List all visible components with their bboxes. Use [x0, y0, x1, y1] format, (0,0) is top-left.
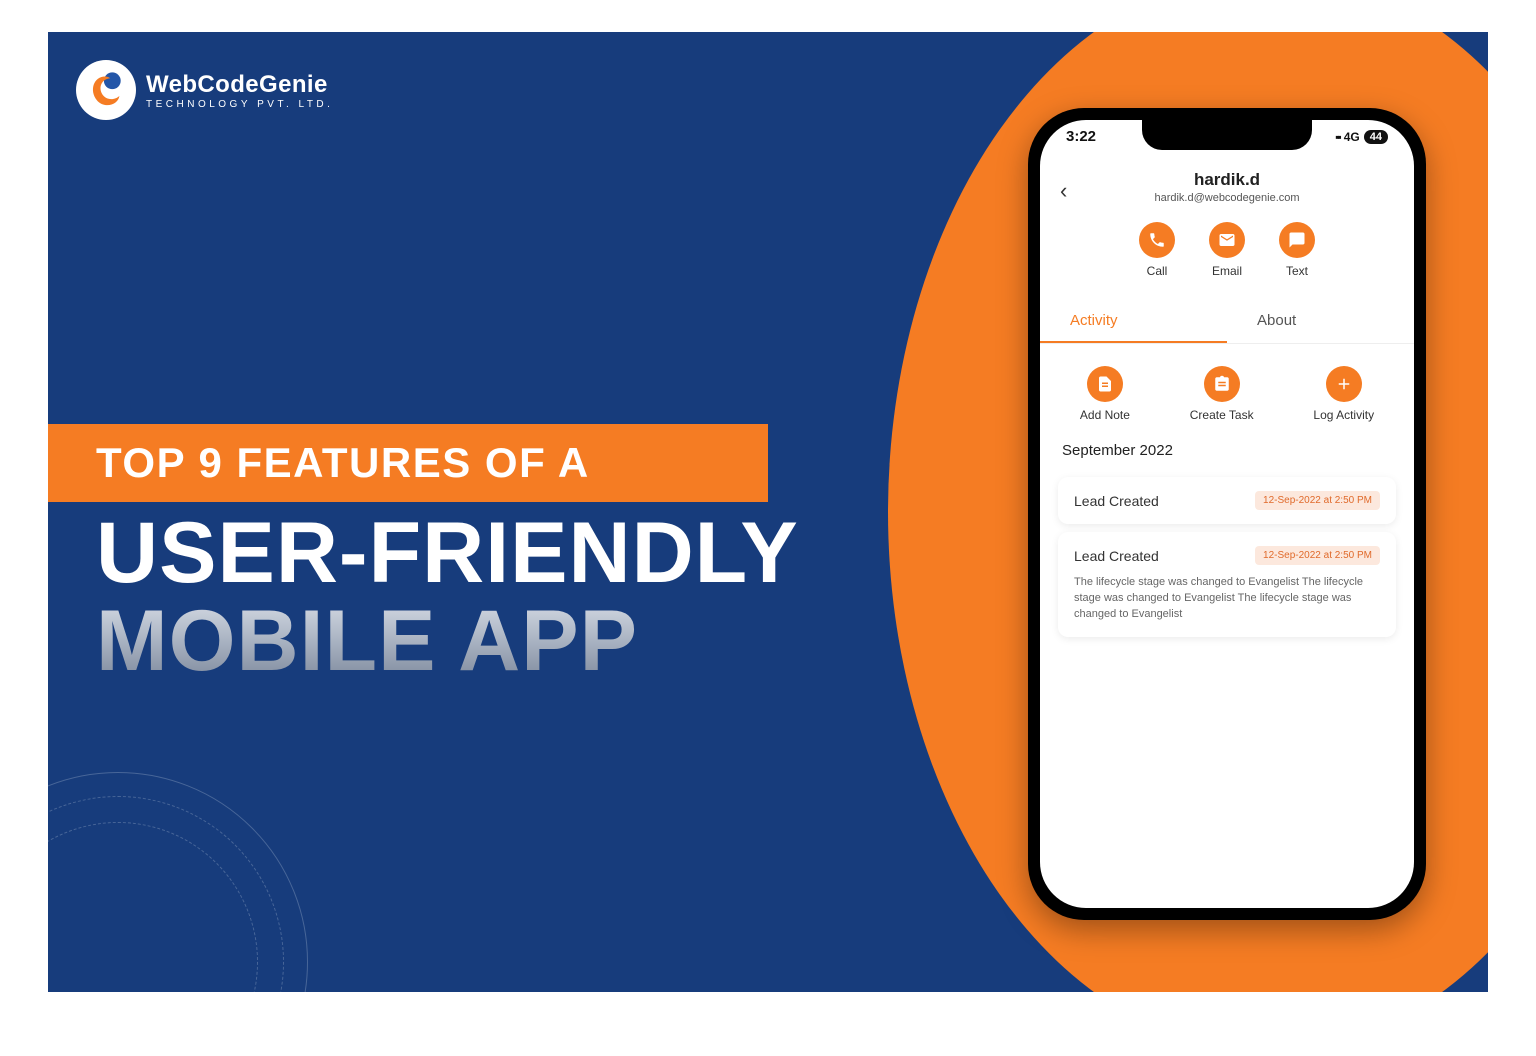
card-date-badge: 12-Sep-2022 at 2:50 PM: [1255, 491, 1380, 510]
card-title: Lead Created: [1074, 493, 1159, 509]
logo-subtitle: TECHNOLOGY PVT. LTD.: [146, 99, 333, 110]
card-body: The lifecycle stage was changed to Evang…: [1074, 575, 1380, 623]
envelope-icon: [1209, 222, 1245, 258]
activity-card[interactable]: Lead Created 12-Sep-2022 at 2:50 PM The …: [1058, 532, 1396, 637]
logo-text: WebCodeGenie TECHNOLOGY PVT. LTD.: [146, 71, 333, 110]
create-task-label: Create Task: [1190, 408, 1254, 422]
headline-line-1: USER-FRIENDLY: [96, 510, 799, 596]
contact-actions: Call Email Text: [1040, 222, 1414, 278]
call-button[interactable]: Call: [1139, 222, 1175, 278]
headline-line-2: MOBILE APP: [96, 596, 799, 686]
card-date-badge: 12-Sep-2022 at 2:50 PM: [1255, 546, 1380, 565]
activity-card[interactable]: Lead Created 12-Sep-2022 at 2:50 PM: [1058, 477, 1396, 524]
plus-icon: [1326, 366, 1362, 402]
add-note-button[interactable]: Add Note: [1080, 366, 1130, 422]
logo: WebCodeGenie TECHNOLOGY PVT. LTD.: [76, 60, 333, 120]
banner-canvas: WebCodeGenie TECHNOLOGY PVT. LTD. TOP 9 …: [48, 32, 1488, 992]
user-name: hardik.d: [1040, 170, 1414, 190]
tab-about[interactable]: About: [1227, 300, 1414, 343]
activity-actions: Add Note Create Task Log Activity: [1040, 366, 1414, 422]
text-button[interactable]: Text: [1279, 222, 1315, 278]
log-activity-label: Log Activity: [1313, 408, 1374, 422]
title-strip-text: TOP 9 FEATURES OF A: [48, 439, 590, 487]
decorative-circles: [48, 772, 308, 992]
app-header: ‹ hardik.d hardik.d@webcodegenie.com: [1040, 120, 1414, 204]
logo-title: WebCodeGenie: [146, 71, 333, 99]
create-task-button[interactable]: Create Task: [1190, 366, 1254, 422]
phone-frame: 3:22 ▪▪ 4G 44 ‹ hardik.d hardik.d@webcod…: [1028, 108, 1426, 920]
tabs: Activity About: [1040, 300, 1414, 344]
headline: USER-FRIENDLY MOBILE APP: [96, 510, 799, 686]
log-activity-button[interactable]: Log Activity: [1313, 366, 1374, 422]
card-title: Lead Created: [1074, 548, 1159, 564]
phone-icon: [1139, 222, 1175, 258]
add-note-label: Add Note: [1080, 408, 1130, 422]
email-button[interactable]: Email: [1209, 222, 1245, 278]
note-icon: [1087, 366, 1123, 402]
tab-activity[interactable]: Activity: [1040, 300, 1227, 343]
logo-icon: [76, 60, 136, 120]
back-button[interactable]: ‹: [1060, 178, 1067, 204]
user-email: hardik.d@webcodegenie.com: [1040, 192, 1414, 204]
title-strip: TOP 9 FEATURES OF A: [48, 424, 768, 502]
chat-icon: [1279, 222, 1315, 258]
call-label: Call: [1147, 264, 1168, 278]
email-label: Email: [1212, 264, 1242, 278]
phone-screen: 3:22 ▪▪ 4G 44 ‹ hardik.d hardik.d@webcod…: [1040, 120, 1414, 908]
month-heading: September 2022: [1040, 422, 1414, 469]
clipboard-icon: [1204, 366, 1240, 402]
text-label: Text: [1286, 264, 1308, 278]
